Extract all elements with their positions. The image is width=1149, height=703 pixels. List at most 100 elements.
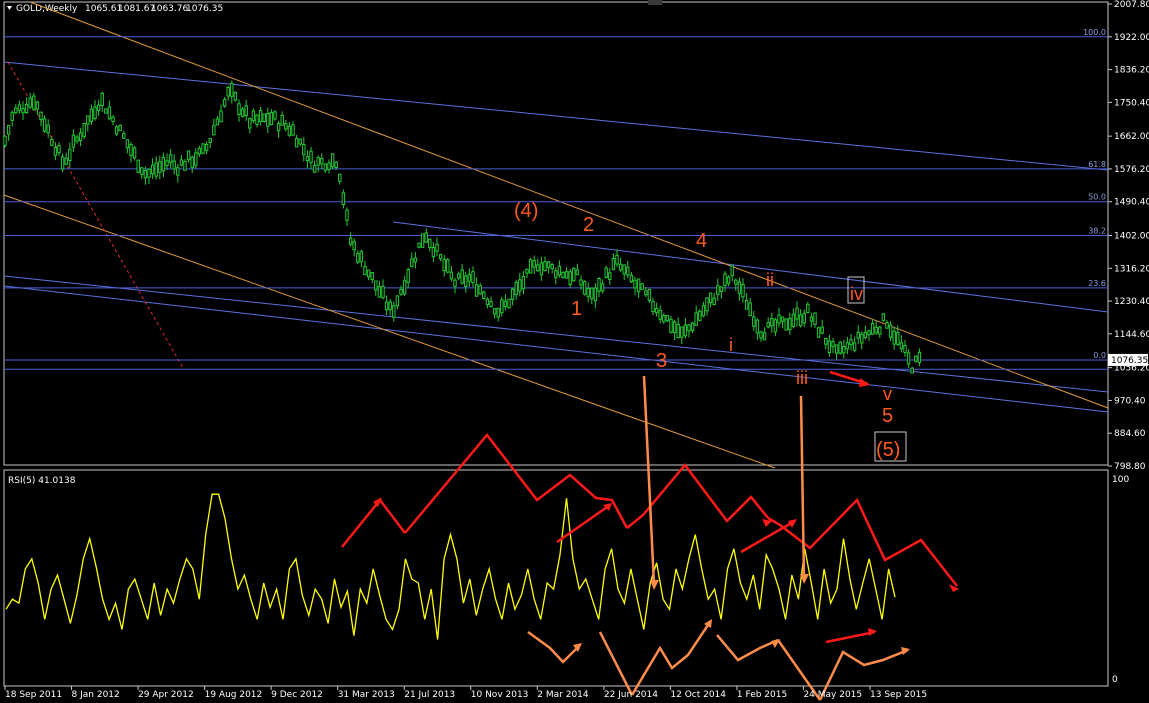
wave-label-paren-5: (5) <box>876 439 900 461</box>
candle-body <box>806 303 810 314</box>
candle-body <box>809 316 814 322</box>
candle-body <box>514 282 518 296</box>
candle-body <box>687 324 691 332</box>
candle-body <box>528 259 533 274</box>
fib-label: 100.0 <box>1083 28 1106 37</box>
candle-body <box>258 110 263 122</box>
price-tick-label: 1230.40 <box>1114 297 1149 307</box>
wave-label-iv: iv <box>850 284 863 304</box>
candle-body <box>532 260 536 268</box>
candle-body <box>276 122 281 132</box>
candle-body <box>798 314 803 327</box>
candle-body <box>698 310 702 321</box>
candle-body <box>359 250 364 263</box>
candle-body <box>104 108 108 114</box>
candle-body <box>215 118 220 126</box>
candle-body <box>708 292 713 304</box>
candle-body <box>885 322 889 329</box>
candle-body <box>546 261 551 268</box>
candle-body <box>478 285 482 295</box>
candle-body <box>827 340 832 353</box>
candle-body <box>197 147 202 155</box>
candle-body <box>719 286 724 292</box>
time-tick-label: 19 Aug 2012 <box>205 690 263 700</box>
wave-label-ii: ii <box>766 270 774 290</box>
candle-body <box>766 322 770 328</box>
wave-label-5: 5 <box>882 405 893 427</box>
candle-body <box>309 150 313 163</box>
candle-body <box>165 160 169 166</box>
candle-body <box>14 107 18 114</box>
candle-body <box>78 132 83 142</box>
candle-body <box>42 118 47 132</box>
candle-body <box>68 148 72 161</box>
candle-body <box>89 108 94 122</box>
candle-body <box>377 286 382 298</box>
candle-body <box>842 346 846 354</box>
candle-body <box>312 164 317 173</box>
candle-body <box>554 270 558 279</box>
candle-body <box>179 159 184 166</box>
candle-body <box>849 339 853 346</box>
candle-body <box>586 288 590 297</box>
rsi-label: RSI(5) 41.0138 <box>8 476 76 486</box>
header-open: 1065.61 <box>85 4 122 14</box>
candle-body <box>662 315 666 323</box>
candle-body <box>712 297 716 306</box>
candle-body <box>820 326 824 334</box>
candle-body <box>867 330 871 336</box>
candle-body <box>323 163 328 171</box>
wave-label-iii: iii <box>796 368 808 388</box>
candle-body <box>863 331 868 339</box>
candle-body <box>143 169 148 179</box>
candle-body <box>899 342 904 350</box>
candle-body <box>683 324 688 337</box>
time-tick-label: 8 Jan 2012 <box>72 690 120 700</box>
candle-body <box>132 147 137 159</box>
candle-body <box>741 283 745 298</box>
candle-body <box>53 147 58 156</box>
candle-body <box>464 275 468 287</box>
candle-body <box>460 269 464 284</box>
candle-body <box>813 312 817 325</box>
fib-label: 61.8 <box>1088 160 1106 169</box>
candle-body <box>557 265 562 276</box>
candle-body <box>870 323 875 335</box>
time-tick-label: 21 Jul 2013 <box>404 690 455 700</box>
candle-body <box>888 324 893 338</box>
candle-body <box>320 158 324 165</box>
candle-body <box>788 317 792 330</box>
candle-body <box>136 159 140 173</box>
wave-label-i: i <box>729 335 733 355</box>
candle-body <box>420 233 425 248</box>
candle-body <box>802 312 806 324</box>
candle-body <box>791 313 796 327</box>
candle-body <box>773 319 778 333</box>
candle-body <box>860 333 864 344</box>
candle-body <box>345 209 349 221</box>
candle-body <box>777 314 781 324</box>
candle-body <box>111 116 115 123</box>
time-tick-label: 10 Nov 2013 <box>471 690 529 700</box>
top-center-button[interactable] <box>648 0 662 5</box>
candle-body <box>255 114 259 125</box>
candle-body <box>348 237 353 245</box>
candle-body <box>410 258 414 268</box>
wave-label-1: 1 <box>571 298 582 320</box>
candle-body <box>852 342 857 351</box>
candle-body <box>100 92 104 107</box>
candle-body <box>914 355 918 362</box>
gold-weekly-chart: GOLD,Weekly 1065.61 1081.67 1063.76 1076… <box>0 0 1149 703</box>
candle-body <box>392 305 396 318</box>
candle-body <box>168 154 173 163</box>
candle-body <box>305 156 310 162</box>
candle-body <box>114 126 119 135</box>
candle-body <box>226 86 230 97</box>
candle-body <box>327 162 331 170</box>
wave-label-2: 2 <box>583 214 594 236</box>
candle-body <box>356 253 360 263</box>
candle-body <box>654 307 659 314</box>
candle-body <box>35 101 40 110</box>
header-close: 1076.35 <box>186 4 223 14</box>
candle-body <box>615 254 619 265</box>
